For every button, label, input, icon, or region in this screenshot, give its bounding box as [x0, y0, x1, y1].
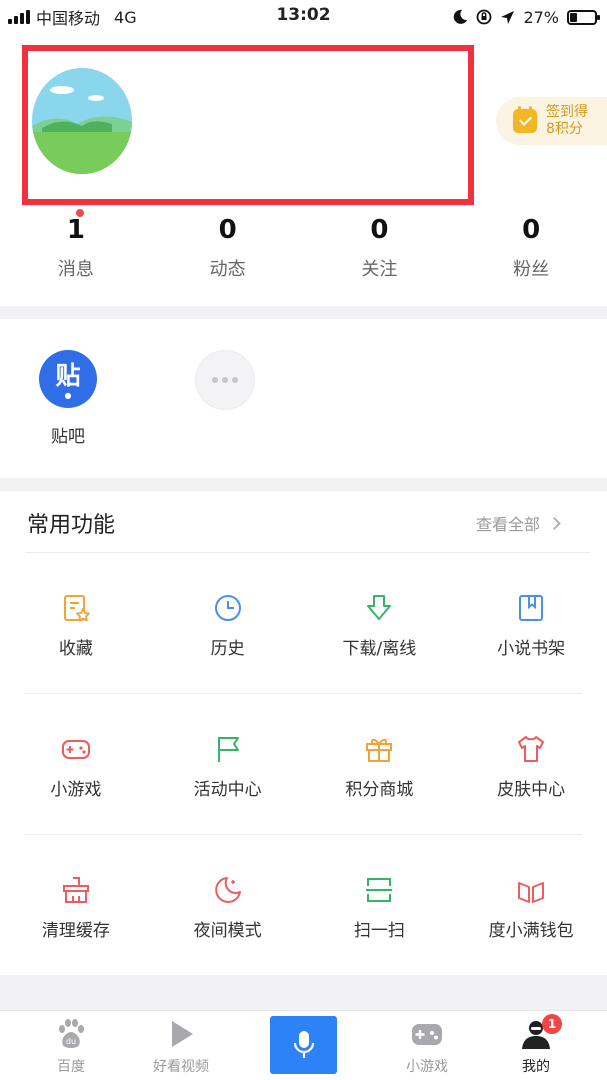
gamepad-icon: [412, 1024, 442, 1045]
func-minigames[interactable]: 小游戏: [0, 734, 152, 800]
tieba-glyph: 贴: [55, 361, 81, 390]
stat-value: 0: [218, 215, 237, 245]
stat-value: 0: [370, 215, 389, 245]
func-label: 度小满钱包: [488, 921, 574, 941]
stat-following[interactable]: 0 关注: [304, 214, 456, 284]
func-label: 积分商城: [345, 780, 414, 800]
stat-messages[interactable]: 1 消息: [0, 209, 152, 284]
location-arrow-icon: [501, 10, 515, 24]
svg-text:du: du: [66, 1037, 76, 1046]
stat-label: 粉丝: [513, 259, 550, 280]
tshirt-icon: [518, 736, 545, 762]
checkin-text: 签到得 8积分: [546, 104, 588, 138]
tieba-paw-mark: ●: [64, 391, 72, 400]
divider: [25, 834, 582, 835]
wallet-icon: [518, 882, 545, 903]
nav-label: 我的: [522, 1059, 550, 1075]
battery-level: [570, 12, 578, 22]
checkin-line-2: 8积分: [546, 121, 583, 137]
calendar-check-icon: [513, 106, 537, 133]
stat-fans[interactable]: 0 粉丝: [455, 214, 607, 284]
status-right: 27%: [452, 6, 600, 28]
nav-label: 好看视频: [153, 1059, 209, 1075]
history-clock-icon: [214, 595, 241, 621]
func-label: 活动中心: [193, 780, 262, 800]
stat-value: 1: [66, 215, 85, 245]
divider: [25, 693, 582, 694]
chevron-right-icon: [548, 516, 561, 530]
checkin-line-1: 签到得: [546, 104, 588, 120]
battery-icon: [567, 9, 600, 25]
broom-icon: [62, 877, 89, 903]
battery-percent: 27%: [523, 7, 559, 27]
func-points-mall[interactable]: 积分商城: [304, 734, 456, 800]
nav-minigames[interactable]: 小游戏: [377, 1018, 477, 1076]
nav-baidu[interactable]: du 百度: [21, 1018, 121, 1076]
tieba-app-icon[interactable]: 贴 ●: [39, 350, 97, 408]
func-label: 历史: [210, 639, 245, 659]
func-download[interactable]: 下载/离线: [304, 593, 456, 659]
flag-icon: [217, 737, 239, 762]
highlight-box: [22, 45, 474, 205]
func-label: 收藏: [58, 639, 93, 659]
more-dots-icon[interactable]: [195, 350, 255, 410]
bookshelf-icon: [519, 595, 544, 621]
favorite-icon: [63, 595, 90, 622]
gift-icon: [366, 738, 393, 762]
func-label: 小游戏: [50, 780, 102, 800]
stat-value: 0: [522, 215, 541, 245]
download-icon: [367, 595, 392, 620]
tieba-label: 贴吧: [51, 427, 85, 447]
notification-badge: 1: [542, 1014, 562, 1034]
func-label: 小说书架: [497, 639, 566, 659]
nav-haokan-video[interactable]: 好看视频: [131, 1018, 231, 1076]
func-label: 下载/离线: [342, 639, 417, 659]
func-night-mode[interactable]: 夜间模式: [152, 875, 304, 941]
func-label: 扫一扫: [353, 921, 405, 941]
func-label: 皮肤中心: [497, 780, 566, 800]
func-label: 夜间模式: [193, 921, 262, 941]
func-activity-center[interactable]: 活动中心: [152, 734, 304, 800]
nav-label: 小游戏: [406, 1059, 448, 1075]
func-history[interactable]: 历史: [152, 593, 304, 659]
func-label: 清理缓存: [41, 921, 110, 941]
stat-label: 动态: [209, 259, 246, 280]
divider: [25, 552, 590, 553]
func-bookshelf[interactable]: 小说书架: [455, 593, 607, 659]
stats-row: 1 消息 0 动态 0 关注 0 粉丝: [0, 209, 607, 284]
play-icon: [172, 1021, 193, 1047]
orientation-lock-icon: [477, 9, 492, 25]
stat-activity[interactable]: 0 动态: [152, 214, 304, 284]
stat-label: 消息: [57, 259, 94, 280]
nav-label: 百度: [57, 1059, 85, 1075]
voice-search-button[interactable]: [270, 1016, 337, 1074]
func-clear-cache[interactable]: 清理缓存: [0, 875, 152, 941]
view-all-label: 查看全部: [476, 515, 541, 534]
scan-icon: [366, 878, 393, 902]
func-favorites[interactable]: 收藏: [0, 593, 152, 659]
func-skin-center[interactable]: 皮肤中心: [455, 734, 607, 800]
notification-dot: [76, 209, 84, 217]
func-wallet[interactable]: 度小满钱包: [455, 875, 607, 941]
microphone-icon: [293, 1031, 314, 1058]
view-all-link[interactable]: 查看全部: [476, 511, 561, 535]
func-scan[interactable]: 扫一扫: [304, 875, 456, 941]
section-title: 常用功能: [27, 513, 116, 538]
gamepad-icon: [61, 740, 90, 759]
stat-label: 关注: [361, 259, 398, 280]
moon-icon: [214, 877, 241, 903]
moon-icon: [454, 9, 468, 24]
checkin-button[interactable]: 签到得 8积分: [496, 97, 607, 145]
nav-mine[interactable]: 我的: [486, 1018, 586, 1076]
baidu-paw-icon: du: [59, 1019, 84, 1048]
